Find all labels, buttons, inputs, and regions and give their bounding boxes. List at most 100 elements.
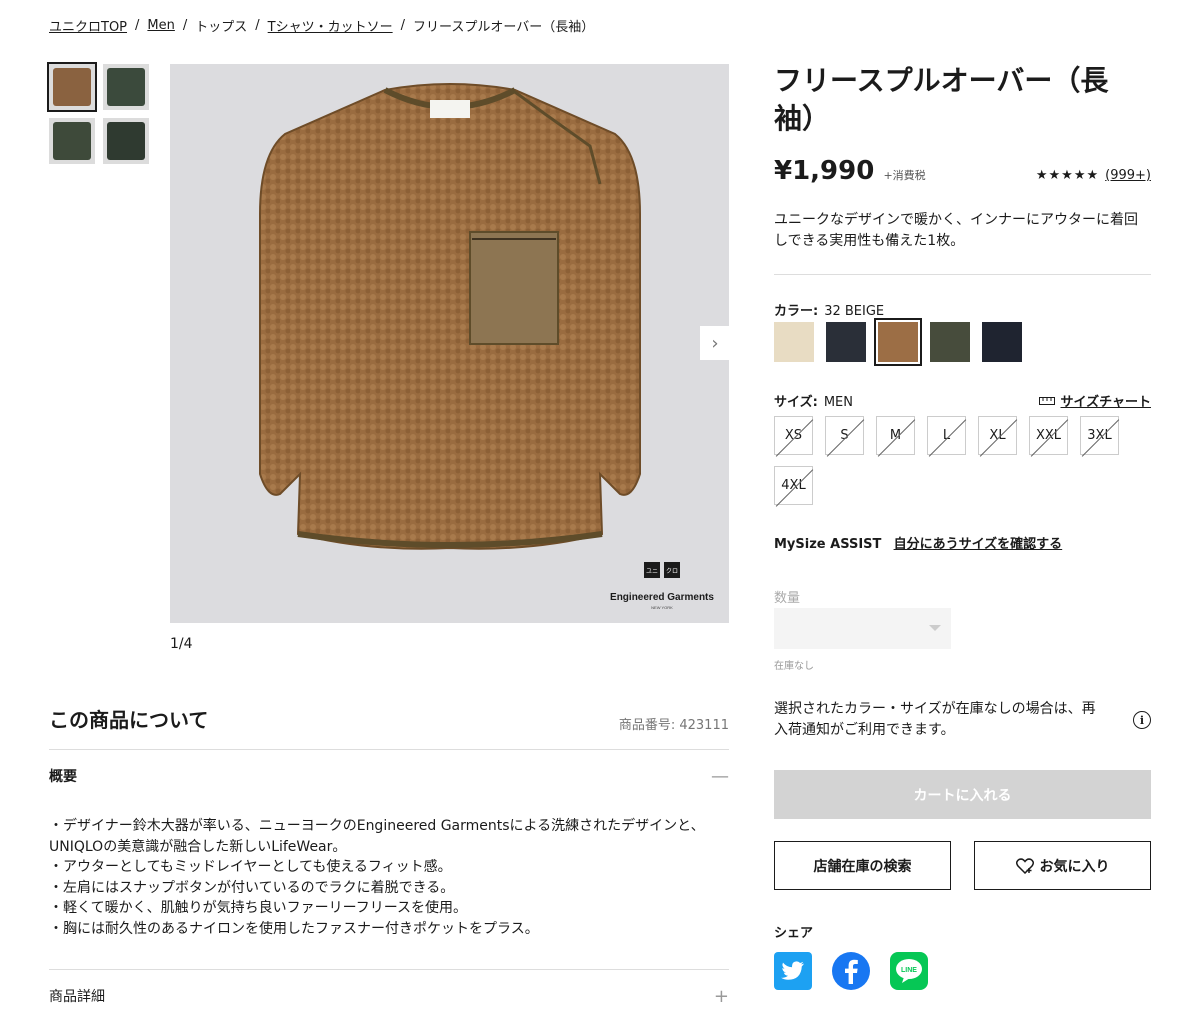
breadcrumb: ユニクロTOP / Men / トップス / Tシャツ・カットソー / フリース…	[49, 16, 594, 35]
expand-icon: +	[713, 985, 729, 1007]
twitter-share-button[interactable]	[774, 952, 812, 990]
breadcrumb-separator: /	[255, 18, 260, 33]
product-price: ¥1,990	[774, 156, 875, 186]
next-image-button[interactable]: ›	[700, 326, 730, 360]
review-count-link[interactable]: (999+)	[1105, 168, 1151, 183]
facebook-share-button[interactable]	[832, 952, 870, 990]
size-chart-label: サイズチャート	[1060, 395, 1151, 410]
about-header: この商品について 商品番号: 423111	[49, 704, 729, 750]
size-option-4xl[interactable]: 4XL	[774, 466, 813, 505]
thumbnail-1[interactable]	[47, 62, 97, 112]
size-option-m[interactable]: M	[876, 416, 915, 455]
favorite-label: お気に入り	[1039, 858, 1110, 875]
about-product-section: この商品について 商品番号: 423111 概要 — ・デザイナー鈴木大器が率い…	[49, 704, 729, 1012]
size-chart-link[interactable]: サイズチャート	[1038, 391, 1151, 410]
thumbnail-image	[53, 68, 91, 106]
overview-line: ・アウターとしてもミッドレイヤーとしても使えるフィット感。	[49, 859, 452, 875]
stock-status: 在庫なし	[774, 661, 814, 672]
thumbnail-list	[47, 62, 149, 164]
thumbnail-3[interactable]	[49, 118, 95, 164]
size-option-xxl[interactable]: XXL	[1029, 416, 1068, 455]
breadcrumb-men[interactable]: Men	[147, 18, 174, 33]
mysize-assist: MySize ASSIST 自分にあうサイズを確認する	[774, 533, 1062, 552]
heart-plus-icon	[1015, 857, 1034, 874]
image-counter: 1/4	[170, 636, 193, 652]
product-number: 商品番号: 423111	[618, 718, 729, 733]
size-value: MEN	[823, 395, 853, 410]
color-swatches	[774, 318, 1022, 366]
thumbnail-image	[107, 122, 145, 160]
color-swatch-offwhite[interactable]	[774, 322, 814, 362]
quantity-label: 数量	[774, 591, 801, 606]
store-stock-search-button[interactable]: 店舗在庫の検索	[774, 841, 951, 890]
quantity-select[interactable]	[774, 608, 951, 649]
breadcrumb-tops: トップス	[195, 20, 248, 35]
size-option-3xl[interactable]: 3XL	[1080, 416, 1119, 455]
fleece-pullover-illustration: ユニ クロ Engineered Garments NEW YORK	[259, 83, 714, 610]
product-description: ユニークなデザインで暖かく、インナーにアウターに着回しできる実用性も備えた1枚。	[774, 210, 1151, 275]
breadcrumb-separator: /	[135, 18, 140, 33]
thumbnail-image	[53, 122, 91, 160]
overview-line: ・胸には耐久性のあるナイロンを使用したファスナー付きポケットをプラス。	[49, 920, 539, 937]
twitter-icon	[781, 961, 804, 980]
color-value: 32 BEIGE	[824, 304, 885, 319]
color-swatch-navy[interactable]	[826, 322, 866, 362]
size-options: XS S M L XL XXL 3XL 4XL	[774, 416, 1154, 505]
line-share-button[interactable]: LINE	[890, 952, 928, 990]
thumbnail-4[interactable]	[103, 118, 149, 164]
breadcrumb-tshirts[interactable]: Tシャツ・カットソー	[268, 16, 393, 35]
add-to-cart-button[interactable]: カートに入れる	[774, 770, 1151, 819]
line-icon: LINE	[896, 959, 922, 983]
price-row: ¥1,990 +消費税 ★★★★★ (999+)	[774, 156, 1151, 186]
thumbnail-image	[107, 68, 145, 106]
brand-city: NEW YORK	[651, 605, 673, 610]
restock-notice: 選択されたカラー・サイズが在庫なしの場合は、再入荷通知がご利用できます。 i	[774, 699, 1151, 741]
size-option-xl[interactable]: XL	[978, 416, 1017, 455]
favorite-button[interactable]: お気に入り	[974, 841, 1151, 890]
overview-line: ・左肩にはスナップボタンが付いているのでラクに着脱できる。	[49, 879, 455, 896]
breadcrumb-separator: /	[182, 18, 188, 33]
color-label-row: カラー: 32 BEIGE	[774, 300, 884, 319]
details-label: 商品詳細	[49, 989, 105, 1005]
size-option-xs[interactable]: XS	[774, 416, 813, 455]
ruler-icon	[1038, 396, 1055, 405]
chevron-down-icon	[929, 625, 941, 631]
about-title: この商品について	[49, 708, 209, 732]
overview-accordion-toggle[interactable]: 概要 —	[49, 750, 729, 802]
info-icon[interactable]: i	[1133, 711, 1151, 729]
thumbnail-2[interactable]	[103, 64, 149, 110]
share-label: シェア	[774, 926, 814, 941]
overview-body: ・デザイナー鈴木大器が率いる、ニューヨークのEngineered Garment…	[49, 802, 729, 970]
share-buttons: LINE	[774, 952, 928, 990]
details-accordion-toggle[interactable]: 商品詳細 +	[49, 970, 729, 1012]
color-swatch-beige[interactable]	[874, 318, 922, 366]
price-block: ¥1,990 +消費税	[774, 156, 926, 186]
size-option-s[interactable]: S	[825, 416, 864, 455]
product-main-image: ユニ クロ Engineered Garments NEW YORK	[170, 64, 729, 623]
color-swatch-black[interactable]	[982, 322, 1022, 362]
tax-note: +消費税	[883, 169, 926, 182]
svg-text:クロ: クロ	[666, 568, 678, 575]
color-label: カラー:	[774, 304, 819, 319]
rating: ★★★★★ (999+)	[1036, 168, 1151, 183]
overview-line: ・デザイナー鈴木大器が率いる、ニューヨークのEngineered Garment…	[49, 818, 705, 855]
facebook-icon	[845, 959, 858, 984]
collapse-icon: —	[711, 765, 729, 787]
breadcrumb-separator: /	[400, 18, 406, 33]
product-title: フリースプルオーバー（長袖）	[774, 64, 1109, 135]
overview-line: ・軽くて暖かく、肌触りが気持ち良いファーリーフリースを使用。	[49, 900, 468, 916]
size-option-l[interactable]: L	[927, 416, 966, 455]
star-rating-icon: ★★★★★	[1035, 168, 1100, 183]
restock-notice-text: 選択されたカラー・サイズが在庫なしの場合は、再入荷通知がご利用できます。	[774, 701, 1096, 738]
store-stock-search-label: 店舗在庫の検索	[813, 858, 912, 875]
svg-text:ユニ: ユニ	[646, 568, 658, 575]
size-label-row: サイズ: MEN サイズチャート	[774, 391, 1151, 410]
mysize-link[interactable]: 自分にあうサイズを確認する	[894, 537, 1063, 552]
mysize-label: MySize ASSIST	[774, 537, 882, 552]
breadcrumb-current: フリースプルオーバー（長袖）	[413, 20, 595, 35]
svg-text:LINE: LINE	[901, 967, 917, 974]
color-swatch-olive[interactable]	[930, 322, 970, 362]
overview-label: 概要	[49, 769, 77, 785]
breadcrumb-uniqlo-top[interactable]: ユニクロTOP	[49, 16, 127, 35]
size-label: サイズ:	[774, 395, 818, 410]
